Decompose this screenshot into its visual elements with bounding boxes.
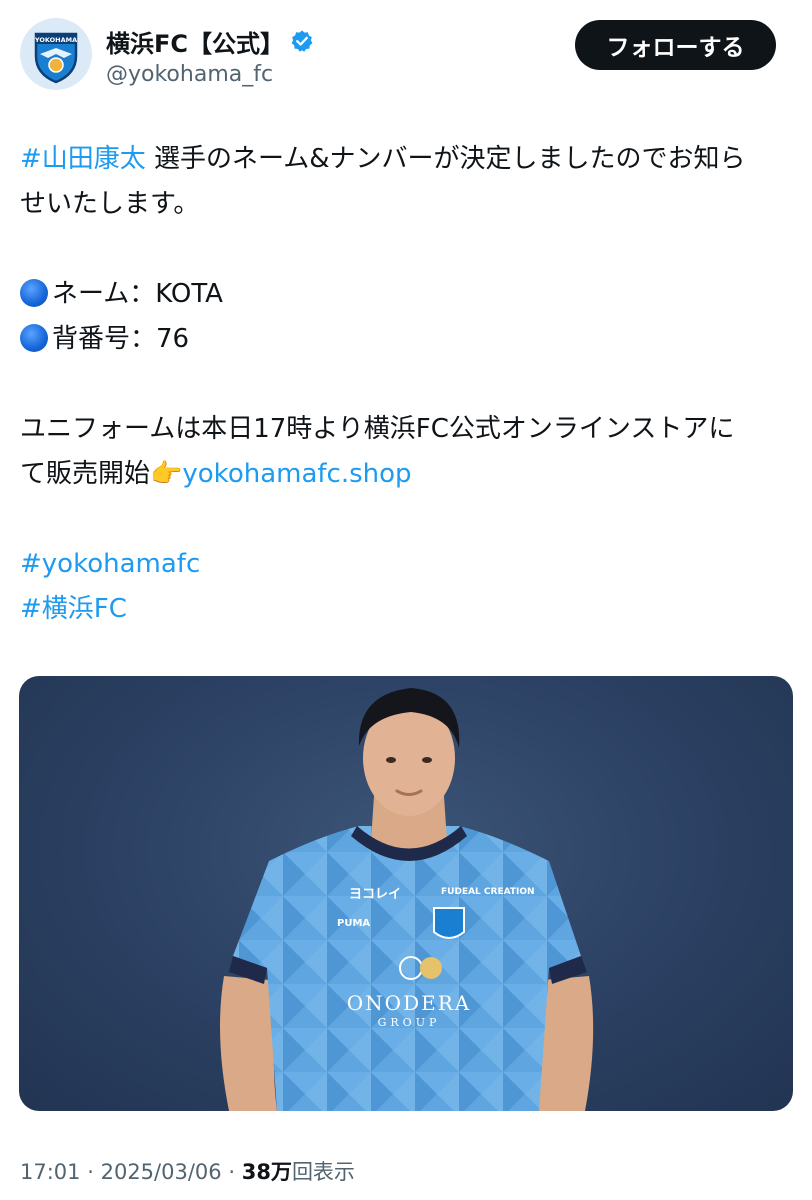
meta-separator: · [87,1160,94,1184]
hashtag-yokohama-fc-link[interactable]: #横浜FC [20,587,790,632]
follow-button[interactable]: フォローする [575,20,776,70]
gold-coin-logo-icon [420,957,442,979]
store-link[interactable]: yokohamafc.shop [182,459,411,489]
avatar[interactable]: YOKOHAMA [20,18,92,90]
jersey-main-sponsor-sub: GROUP [378,1016,441,1029]
number-info-line: 背番号：76 [20,317,790,362]
name-row: 横浜FC【公式】 [106,24,314,59]
name-info-text: ネーム：KOTA [52,279,223,309]
club-crest-icon: YOKOHAMA [20,18,92,90]
jersey-sponsor-2: FUDEAL CREATION [441,887,535,897]
views-count: 38万 [241,1160,292,1184]
verified-badge-icon [291,30,313,52]
pointing-right-icon: 👉 [150,459,183,489]
hashtag-player-link[interactable]: #山田康太 [20,144,146,174]
number-info-text: 背番号：76 [52,324,190,354]
jersey-brand: PUMA [337,918,370,929]
store-line-1: ユニフォームは本日17時より横浜FC公式オンラインストアに [20,414,735,444]
avatar-wordmark: YOKOHAMA [34,36,77,44]
tweet-meta: 17:01 · 2025/03/06 · 38万回表示 [20,1156,355,1186]
hashtag-yokohamafc-link[interactable]: #yokohamafc [20,542,790,587]
player-photo[interactable]: ヨコレイ FUDEAL CREATION PUMA ONODERA GROUP [19,676,793,1111]
tweet-date[interactable]: 2025/03/06 [101,1160,222,1184]
player-illustration: ヨコレイ FUDEAL CREATION PUMA ONODERA GROUP [220,688,594,1111]
jersey-sponsor-1: ヨコレイ [349,887,401,902]
blue-circle-icon [20,279,48,307]
meta-separator: · [228,1160,236,1184]
tweet-time[interactable]: 17:01 [20,1160,81,1184]
tweet-line-1-text: 選手のネーム&ナンバーが決定しましたのでお知ら [145,144,746,174]
tweet-header: YOKOHAMA 横浜FC【公式】 @yokohama_fc フォローする [20,18,776,98]
views-label: 回表示 [291,1160,355,1184]
account-handle[interactable]: @yokohama_fc [106,62,273,87]
tweet-line-1: #山田康太 選手のネーム&ナンバーが決定しましたのでお知ら [20,137,790,182]
name-info-line: ネーム：KOTA [20,272,790,317]
blue-circle-icon [20,324,48,352]
store-line-2-text: て販売開始 [20,459,151,489]
tweet-text: #山田康太 選手のネーム&ナンバーが決定しましたのでお知ら せいたします。 ネー… [20,137,790,632]
tweet-line-2: せいたします。 [20,189,200,219]
jersey-main-sponsor: ONODERA [347,991,471,1015]
display-name[interactable]: 横浜FC【公式】 [106,24,284,59]
store-line-2: て販売開始👉yokohamafc.shop [20,452,790,497]
tweet-page: YOKOHAMA 横浜FC【公式】 @yokohama_fc フォローする #山… [0,0,812,1200]
jersey-crest-icon [433,907,465,939]
